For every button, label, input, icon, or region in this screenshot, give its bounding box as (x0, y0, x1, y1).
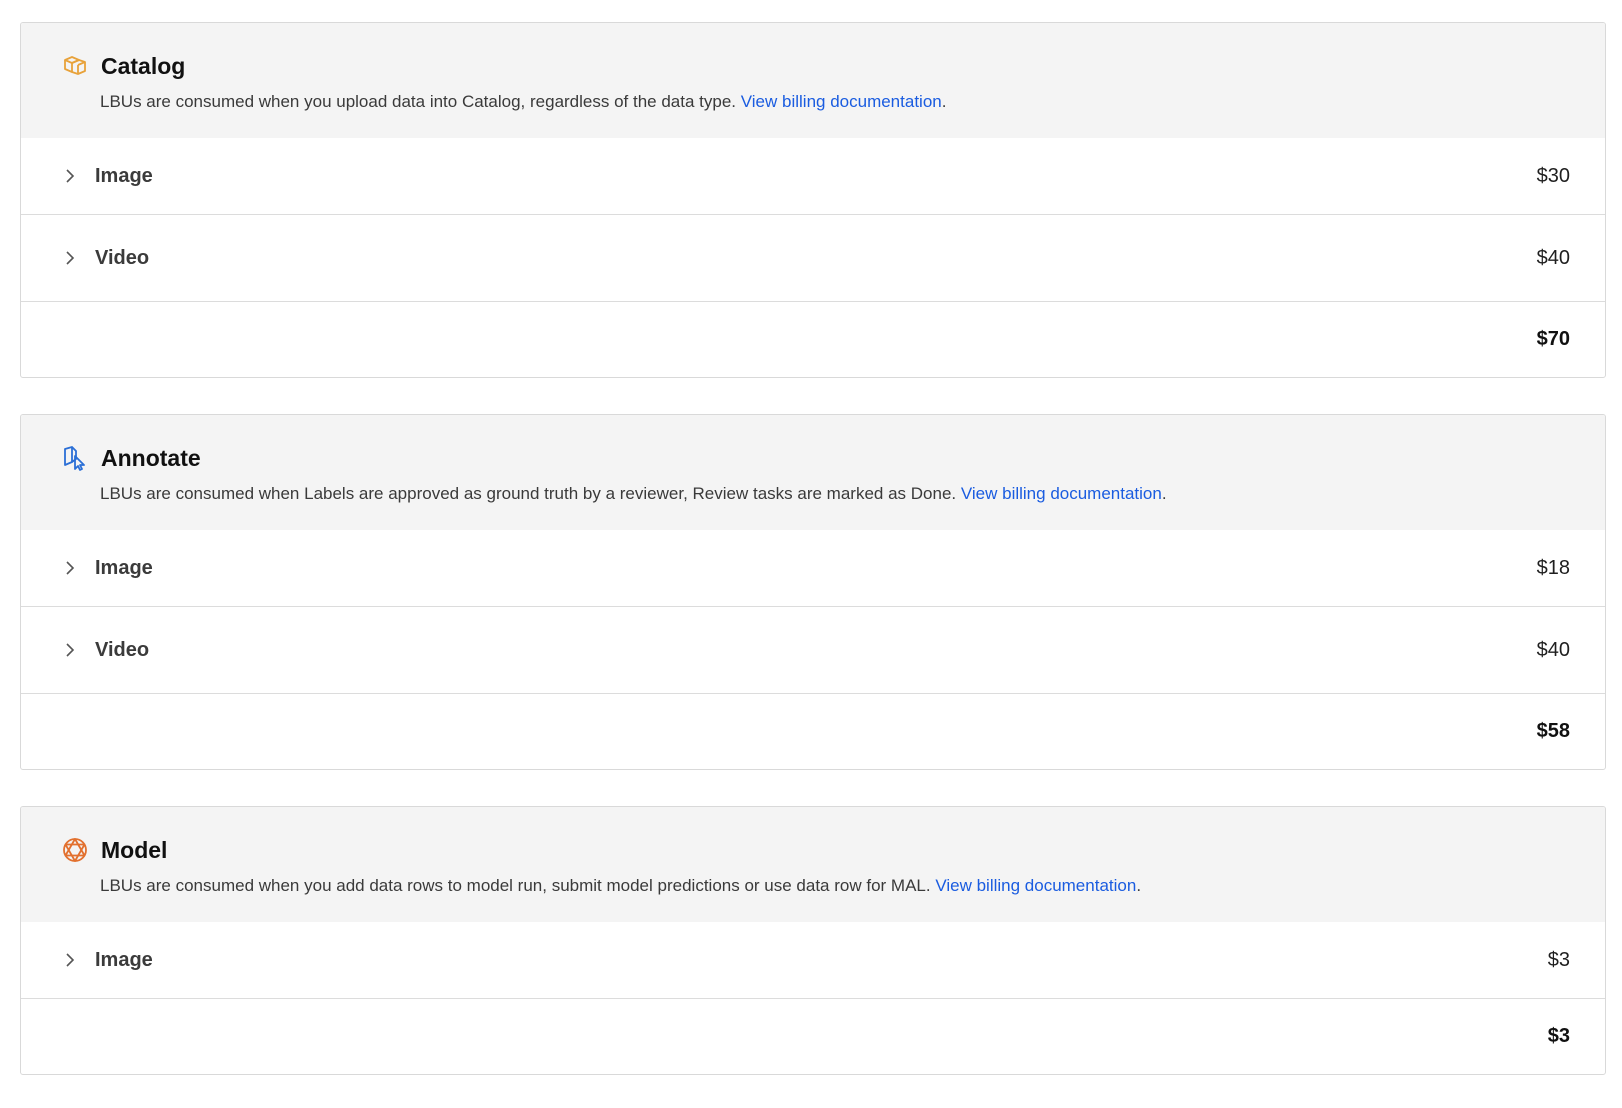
chevron-right-icon[interactable] (61, 641, 79, 659)
chevron-right-icon[interactable] (61, 167, 79, 185)
section-total: $70 (1536, 328, 1570, 350)
usage-row-video[interactable]: Video $40 (21, 214, 1605, 301)
row-amount: $18 (1536, 556, 1570, 579)
chevron-right-icon[interactable] (61, 559, 79, 577)
section-header: Model LBUs are consumed when you add dat… (21, 807, 1605, 922)
row-label: Video (95, 246, 150, 269)
view-billing-documentation-link[interactable]: View billing documentation (935, 876, 1136, 895)
view-billing-documentation-link[interactable]: View billing documentation (961, 484, 1162, 503)
section-annotate: Annotate LBUs are consumed when Labels a… (20, 414, 1606, 770)
row-label: Image (95, 948, 153, 971)
row-amount: $3 (1547, 948, 1570, 971)
model-icon (61, 836, 89, 864)
usage-row-video[interactable]: Video $40 (21, 606, 1605, 693)
usage-row-image[interactable]: Image $30 (21, 138, 1605, 214)
section-catalog: Catalog LBUs are consumed when you uploa… (20, 22, 1606, 378)
section-header: Catalog LBUs are consumed when you uploa… (21, 23, 1605, 138)
row-label: Image (95, 556, 153, 579)
chevron-right-icon[interactable] (61, 951, 79, 969)
section-title: Model (101, 836, 168, 863)
annotate-icon (61, 444, 89, 472)
section-description: LBUs are consumed when you add data rows… (100, 876, 1142, 895)
section-model: Model LBUs are consumed when you add dat… (20, 806, 1606, 1075)
section-header: Annotate LBUs are consumed when Labels a… (21, 415, 1605, 530)
row-amount: $40 (1536, 638, 1570, 661)
section-title: Annotate (101, 444, 201, 471)
section-total-row: $58 (21, 693, 1605, 769)
row-amount: $40 (1536, 246, 1570, 269)
section-total: $3 (1547, 1025, 1570, 1047)
row-amount: $30 (1536, 164, 1570, 187)
section-description: LBUs are consumed when you upload data i… (100, 92, 947, 111)
section-total: $58 (1536, 720, 1570, 742)
catalog-icon (61, 52, 89, 80)
section-description: LBUs are consumed when Labels are approv… (100, 484, 1167, 503)
usage-row-image[interactable]: Image $18 (21, 530, 1605, 606)
row-label: Video (95, 638, 150, 661)
usage-row-image[interactable]: Image $3 (21, 922, 1605, 998)
row-label: Image (95, 164, 153, 187)
chevron-right-icon[interactable] (61, 249, 79, 267)
section-total-row: $3 (21, 998, 1605, 1074)
view-billing-documentation-link[interactable]: View billing documentation (741, 92, 942, 111)
section-total-row: $70 (21, 301, 1605, 377)
section-title: Catalog (101, 52, 186, 79)
